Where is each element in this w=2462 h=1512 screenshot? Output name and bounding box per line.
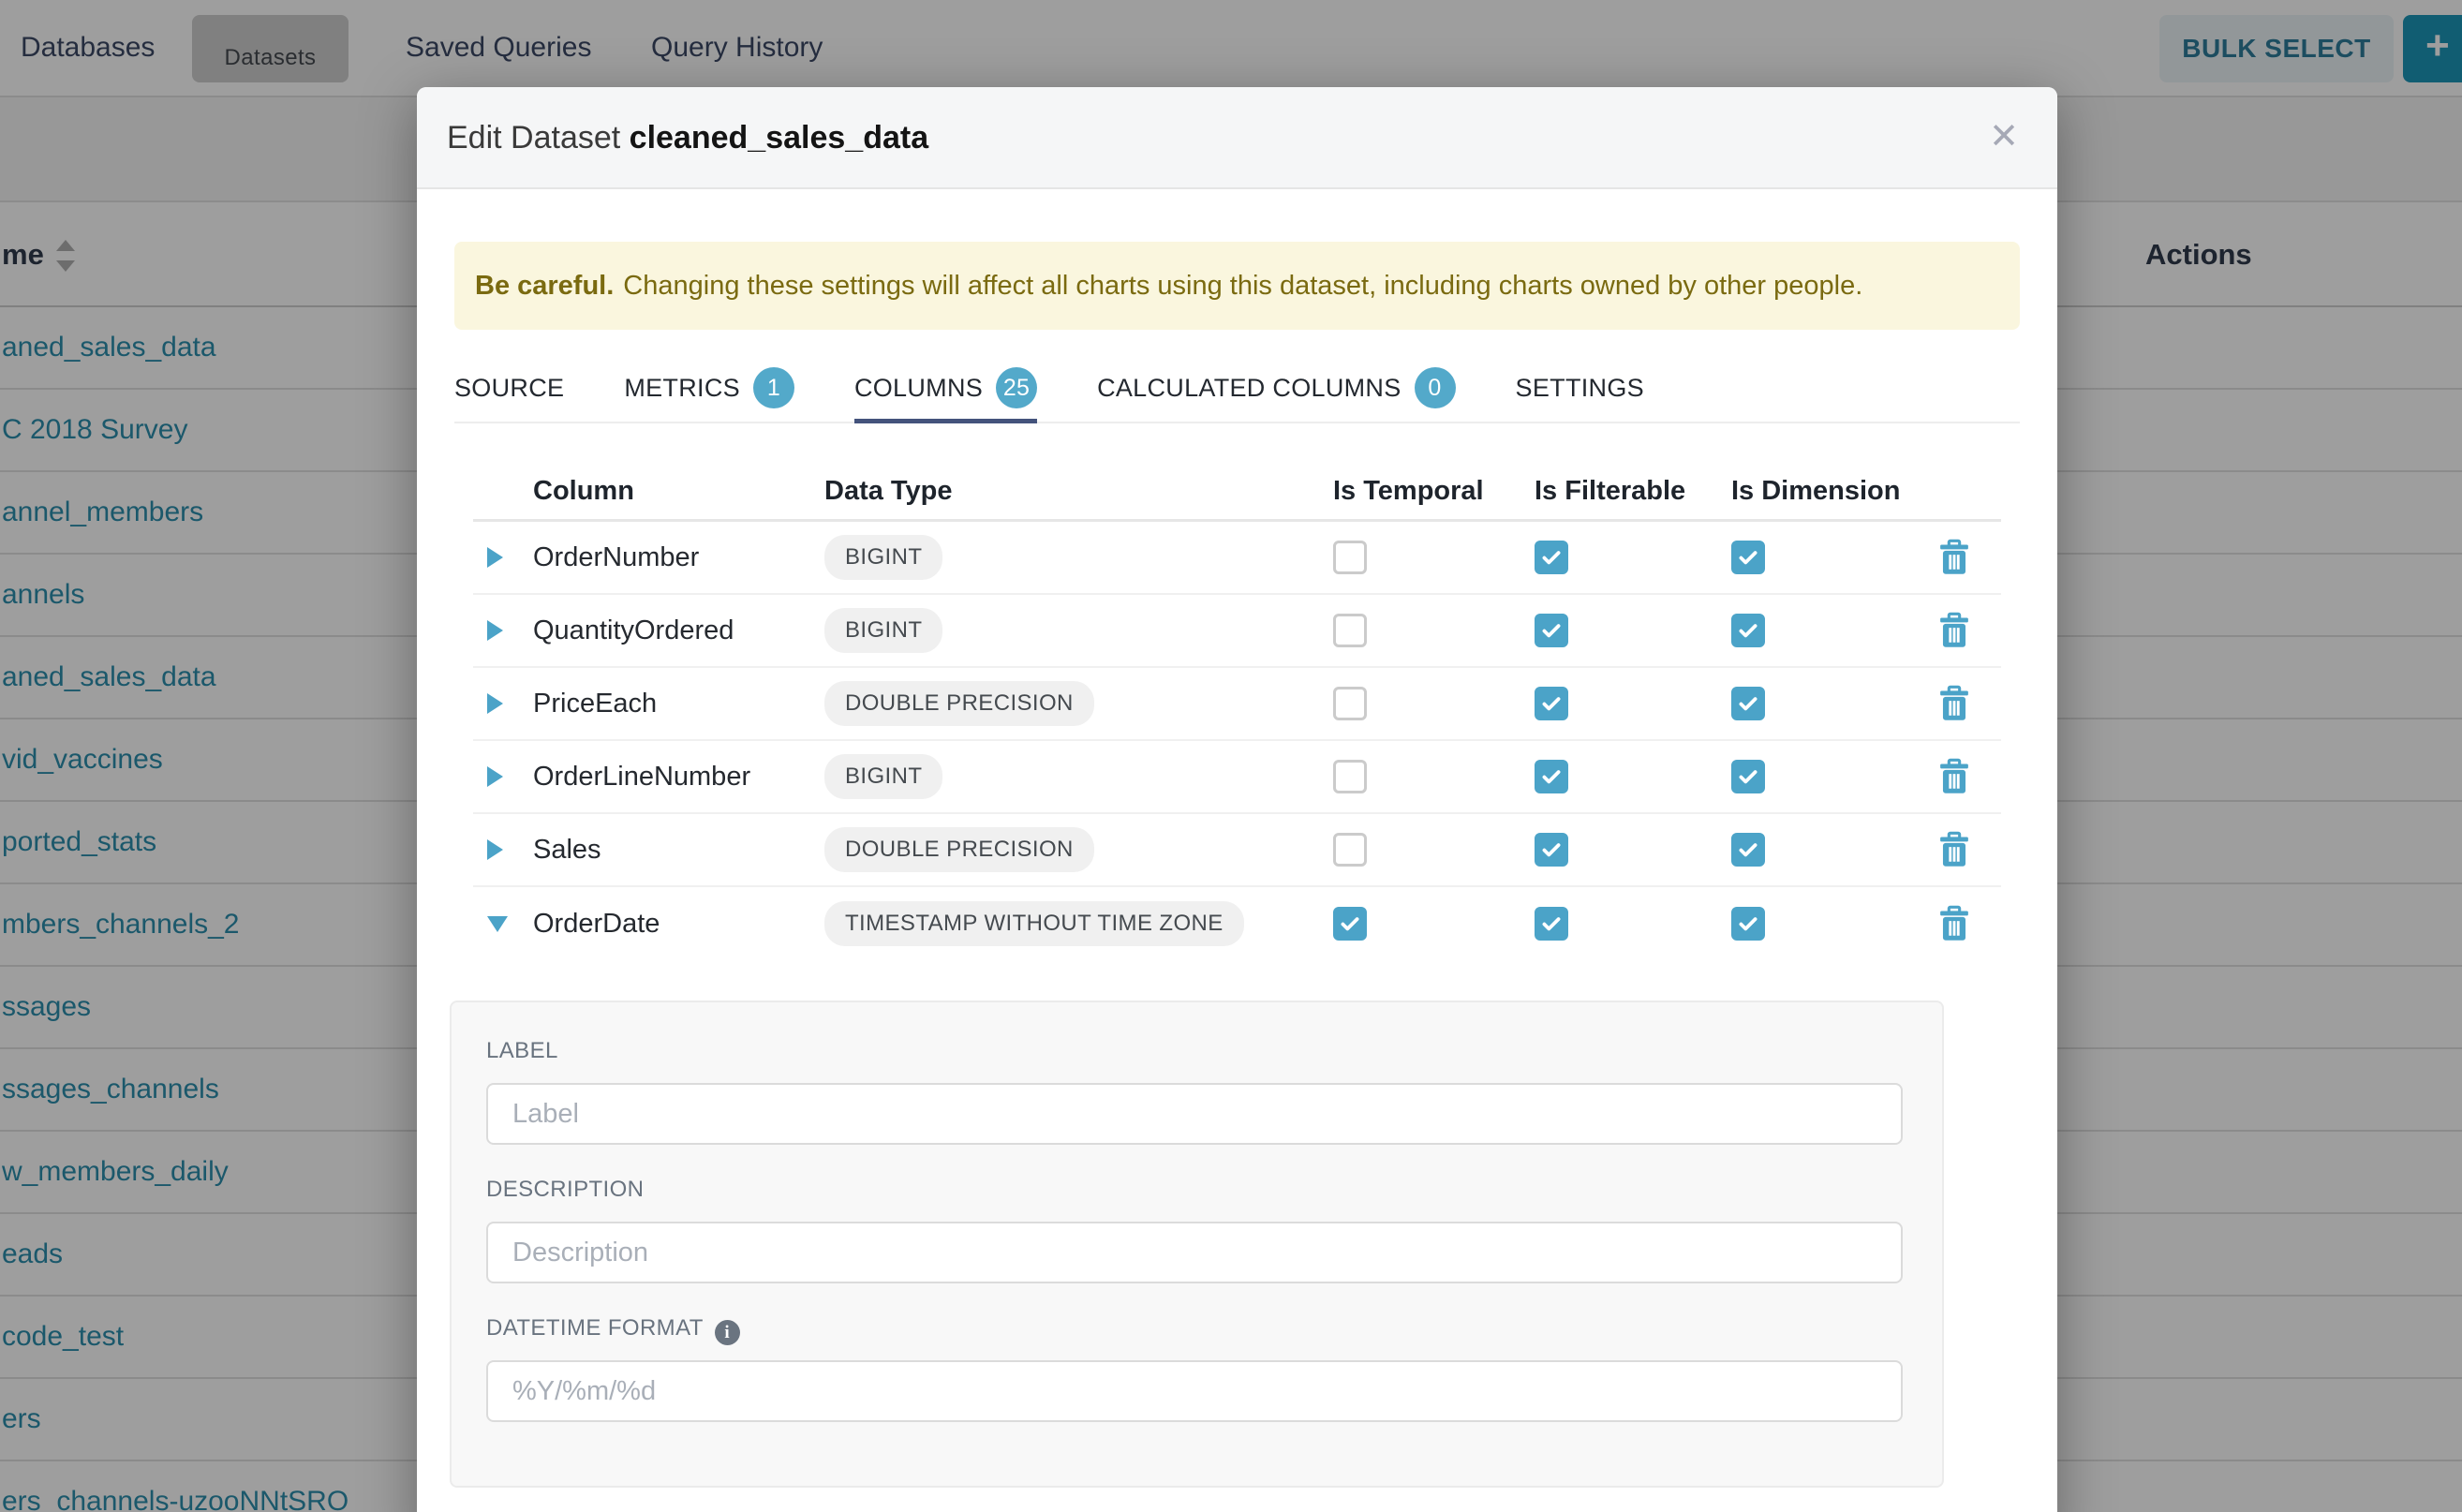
is-filterable-checkbox[interactable] [1535,833,1568,867]
is-temporal-checkbox[interactable] [1333,907,1367,941]
columns-table: Column Data Type Is Temporal Is Filterab… [473,464,2001,960]
label-field-label: LABEL [486,1038,558,1064]
delete-column-trash-icon[interactable] [1938,539,1970,576]
tab-label: SETTINGS [1516,374,1644,403]
tab-calculated-columns[interactable]: CALCULATED COLUMNS 0 [1097,354,1455,422]
is-temporal-checkbox[interactable] [1333,541,1367,574]
description-field-label: DESCRIPTION [486,1177,644,1203]
is-dimension-checkbox[interactable] [1731,614,1765,647]
column-row: PriceEach DOUBLE PRECISION [473,668,2001,741]
delete-column-trash-icon[interactable] [1938,831,1970,868]
datetime-format-label-text: DATETIME FORMAT [486,1315,704,1341]
close-icon[interactable]: ✕ [1971,87,2037,189]
description-input[interactable] [486,1222,1903,1283]
tab-label: COLUMNS [854,374,983,403]
label-input[interactable] [486,1083,1903,1145]
tab-label: CALCULATED COLUMNS [1097,374,1401,403]
modal-title-dataset-name: cleaned_sales_data [630,120,928,156]
delete-column-trash-icon[interactable] [1938,758,1970,795]
columns-table-header: Column Data Type Is Temporal Is Filterab… [473,464,2001,522]
column-header: Column [520,476,824,507]
metrics-count-badge: 1 [753,367,794,408]
column-row: Sales DOUBLE PRECISION [473,814,2001,887]
is-dimension-header: Is Dimension [1710,476,1906,507]
is-dimension-checkbox[interactable] [1731,541,1765,574]
collapse-caret-icon[interactable] [487,916,508,932]
datatype-pill: BIGINT [824,608,942,653]
column-name: QuantityOrdered [520,615,824,646]
expand-caret-icon[interactable] [487,547,503,568]
is-filterable-checkbox[interactable] [1535,907,1568,941]
column-name: OrderLineNumber [520,762,824,793]
is-dimension-checkbox[interactable] [1731,760,1765,793]
column-detail-panel: LABEL DESCRIPTION DATETIME FORMAT [450,1001,1944,1488]
edit-dataset-modal: Edit Dataset cleaned_sales_data ✕ Be car… [417,87,2057,1512]
expand-caret-icon[interactable] [487,693,503,714]
is-filterable-checkbox[interactable] [1535,614,1568,647]
modal-title-prefix: Edit Dataset [447,120,620,156]
datatype-pill: DOUBLE PRECISION [824,681,1094,726]
is-dimension-checkbox[interactable] [1731,687,1765,720]
tab-settings[interactable]: SETTINGS [1516,354,1644,422]
app-root: Databases Datasets Saved Queries Query H… [0,0,2462,1512]
modal-title: Edit Dataset cleaned_sales_data [447,87,928,189]
datetime-format-input[interactable] [486,1360,1903,1422]
tab-label: SOURCE [454,374,564,403]
is-temporal-checkbox[interactable] [1333,687,1367,720]
column-name: Sales [520,835,824,866]
is-filterable-checkbox[interactable] [1535,687,1568,720]
is-temporal-checkbox[interactable] [1333,833,1367,867]
datatype-pill: BIGINT [824,535,942,580]
is-temporal-header: Is Temporal [1312,476,1513,507]
calculated-columns-count-badge: 0 [1415,367,1456,408]
datatype-pill: TIMESTAMP WITHOUT TIME ZONE [824,901,1244,946]
delete-column-trash-icon[interactable] [1938,905,1970,942]
warning-banner-bold: Be careful. [475,271,614,302]
columns-count-badge: 25 [996,367,1037,408]
column-row: OrderNumber BIGINT [473,522,2001,595]
datetime-format-field-label: DATETIME FORMAT [486,1315,740,1345]
warning-banner: Be careful. Changing these settings will… [454,242,2020,330]
expand-caret-icon[interactable] [487,620,503,641]
column-row: OrderLineNumber BIGINT [473,741,2001,814]
delete-column-trash-icon[interactable] [1938,612,1970,649]
column-name: OrderNumber [520,542,824,573]
is-filterable-header: Is Filterable [1513,476,1710,507]
warning-banner-text: Changing these settings will affect all … [623,271,1862,302]
tab-source[interactable]: SOURCE [454,354,564,422]
datatype-pill: DOUBLE PRECISION [824,827,1094,872]
is-filterable-checkbox[interactable] [1535,760,1568,793]
column-row: QuantityOrdered BIGINT [473,595,2001,668]
tab-label: METRICS [624,374,740,403]
column-row-expanded: OrderDate TIMESTAMP WITHOUT TIME ZONE [473,887,2001,960]
modal-tabs: SOURCE METRICS 1 COLUMNS 25 CALCULATED COL… [454,354,2020,423]
tab-columns[interactable]: COLUMNS 25 [854,354,1037,422]
tab-metrics[interactable]: METRICS 1 [624,354,794,422]
is-filterable-checkbox[interactable] [1535,541,1568,574]
is-temporal-checkbox[interactable] [1333,614,1367,647]
is-dimension-checkbox[interactable] [1731,833,1765,867]
expand-caret-icon[interactable] [487,839,503,860]
datatype-header: Data Type [824,476,1312,507]
expand-caret-icon[interactable] [487,766,503,787]
info-icon[interactable] [715,1320,740,1345]
delete-column-trash-icon[interactable] [1938,685,1970,722]
column-name: OrderDate [520,909,824,940]
is-dimension-checkbox[interactable] [1731,907,1765,941]
column-name: PriceEach [520,689,824,719]
is-temporal-checkbox[interactable] [1333,760,1367,793]
datatype-pill: BIGINT [824,754,942,799]
modal-header: Edit Dataset cleaned_sales_data ✕ [417,87,2057,189]
